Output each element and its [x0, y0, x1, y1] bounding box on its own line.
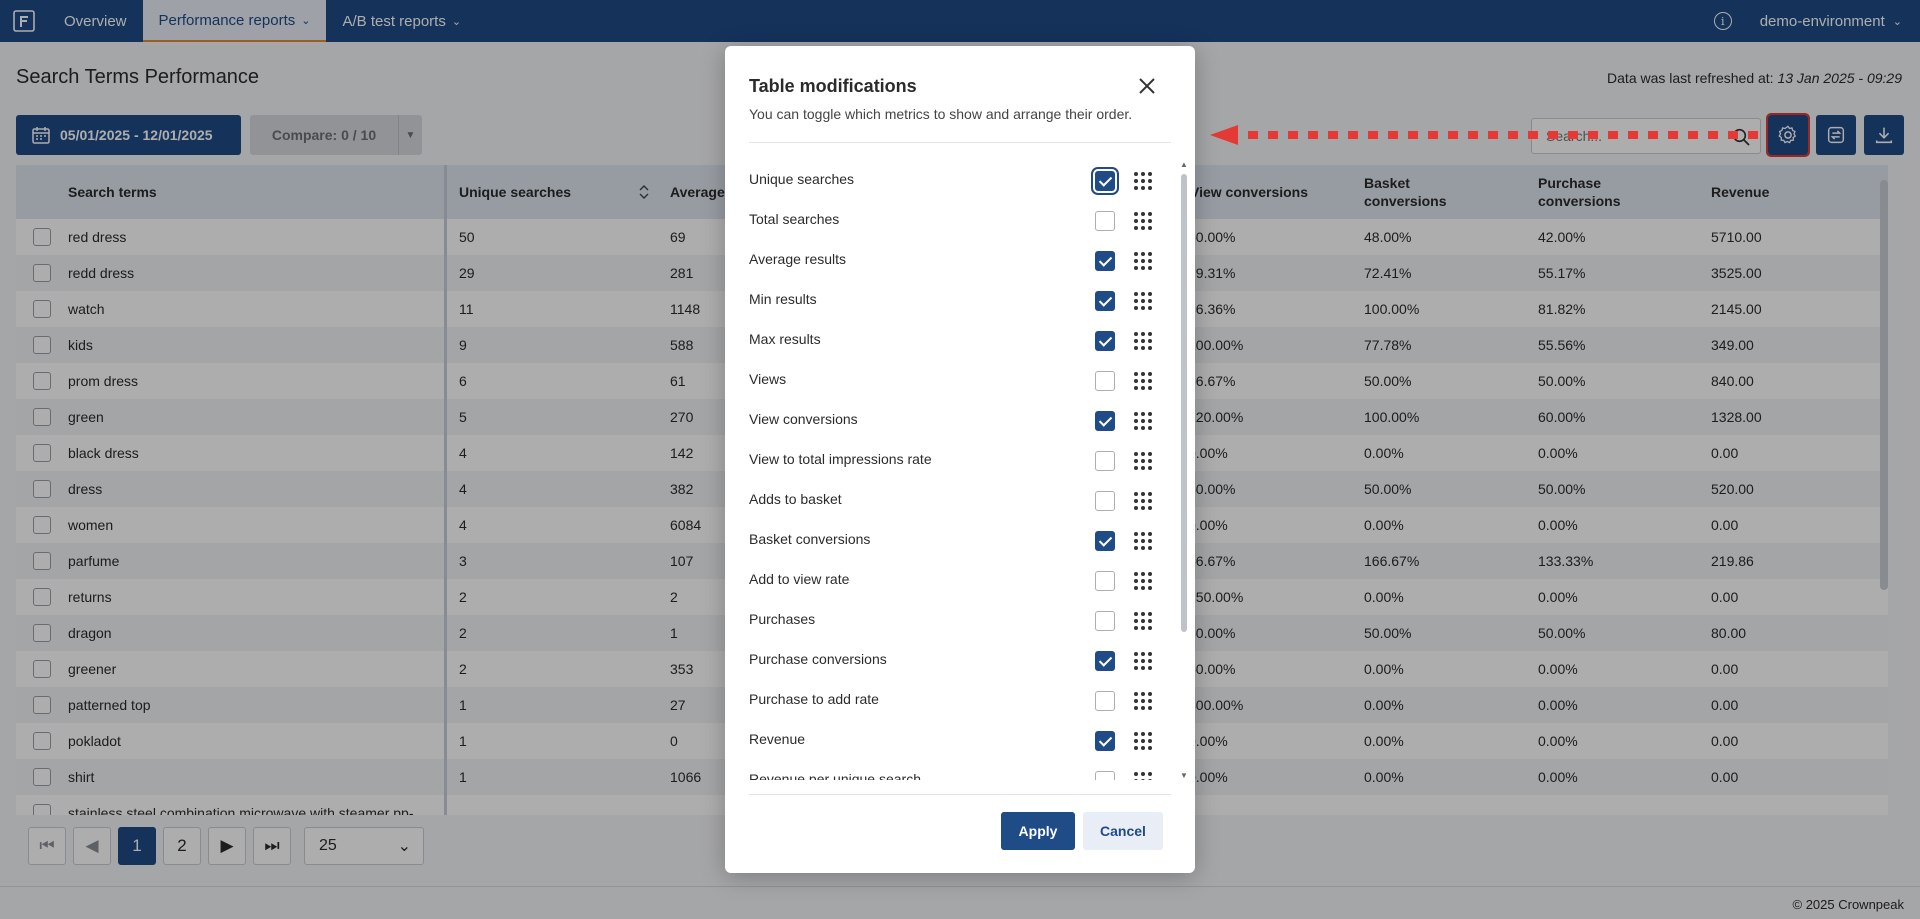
drag-handle-icon[interactable] [1133, 571, 1153, 591]
metric-checkbox[interactable] [1095, 331, 1115, 351]
drag-handle-icon[interactable] [1133, 491, 1153, 511]
metric-checkbox[interactable] [1095, 691, 1115, 711]
metric-label: Basket conversions [749, 531, 871, 547]
metric-checkbox[interactable] [1095, 371, 1115, 391]
metric-checkbox[interactable] [1095, 211, 1115, 231]
metric-item: Add to view rate [749, 560, 1167, 600]
metric-label: Revenue [749, 731, 806, 747]
drag-handle-icon[interactable] [1133, 291, 1153, 311]
metric-checkbox[interactable] [1095, 771, 1115, 780]
metric-label: Add to view rate [749, 571, 850, 587]
dialog-subtitle: You can toggle which metrics to show and… [749, 106, 1133, 122]
metric-item: Revenue per unique search [749, 760, 1167, 780]
metric-label: Max results [749, 331, 821, 347]
metric-checkbox[interactable] [1095, 651, 1115, 671]
divider [749, 794, 1171, 795]
metric-checkbox[interactable] [1095, 611, 1115, 631]
metric-checkbox[interactable] [1095, 251, 1115, 271]
metrics-scrollbar[interactable]: ▲ ▼ [1179, 160, 1189, 780]
drag-handle-icon[interactable] [1133, 171, 1153, 191]
table-modifications-dialog: Table modifications You can toggle which… [725, 46, 1195, 873]
metric-label: View conversions [749, 411, 858, 427]
drag-handle-icon[interactable] [1133, 211, 1153, 231]
dialog-title: Table modifications [749, 76, 917, 96]
metric-checkbox[interactable] [1095, 491, 1115, 511]
drag-handle-icon[interactable] [1133, 451, 1153, 471]
drag-handle-icon[interactable] [1133, 691, 1153, 711]
metric-label: Adds to basket [749, 491, 842, 507]
metric-checkbox[interactable] [1095, 411, 1115, 431]
drag-handle-icon[interactable] [1133, 611, 1153, 631]
close-icon[interactable] [1135, 74, 1159, 98]
metric-checkbox[interactable] [1095, 571, 1115, 591]
metric-item: Purchases [749, 600, 1167, 640]
metric-label: Average results [749, 251, 847, 267]
drag-handle-icon[interactable] [1133, 251, 1153, 271]
drag-handle-icon[interactable] [1133, 411, 1153, 431]
drag-handle-icon[interactable] [1133, 651, 1153, 671]
metric-label: Min results [749, 291, 817, 307]
metric-item: Max results [749, 320, 1167, 360]
metric-checkbox[interactable] [1095, 731, 1115, 751]
apply-button[interactable]: Apply [1001, 812, 1075, 850]
metric-label: Total searches [749, 211, 840, 227]
drag-handle-icon[interactable] [1133, 371, 1153, 391]
metric-item: Purchase to add rate [749, 680, 1167, 720]
metric-label: Purchase to add rate [749, 691, 879, 707]
metric-item: Basket conversions [749, 520, 1167, 560]
metric-item: Purchase conversions [749, 640, 1167, 680]
cancel-button[interactable]: Cancel [1083, 812, 1163, 850]
metric-item: View conversions [749, 400, 1167, 440]
metric-item: Min results [749, 280, 1167, 320]
metric-label: Revenue per unique search [749, 771, 922, 780]
drag-handle-icon[interactable] [1133, 331, 1153, 351]
annotation-arrow-icon [1210, 125, 1762, 145]
drag-handle-icon[interactable] [1133, 531, 1153, 551]
metric-item: Adds to basket [749, 480, 1167, 520]
metric-label: Unique searches [749, 171, 855, 187]
metric-item: Revenue [749, 720, 1167, 760]
drag-handle-icon[interactable] [1133, 731, 1153, 751]
divider [749, 142, 1171, 143]
metric-checkbox[interactable] [1095, 451, 1115, 471]
metric-label: View to total impressions rate [749, 451, 932, 467]
metric-label: Views [749, 371, 787, 387]
metric-label: Purchase conversions [749, 651, 887, 667]
drag-handle-icon[interactable] [1133, 771, 1153, 780]
metric-item: Total searches [749, 200, 1167, 240]
metric-item: Unique searches [749, 160, 1167, 200]
metric-label: Purchases [749, 611, 816, 627]
metric-item: Average results [749, 240, 1167, 280]
metric-item: Views [749, 360, 1167, 400]
metrics-list: Unique searches Total searches Average res… [749, 160, 1167, 780]
metric-item: View to total impressions rate [749, 440, 1167, 480]
metric-checkbox[interactable] [1095, 531, 1115, 551]
metric-checkbox[interactable] [1095, 171, 1115, 191]
metric-checkbox[interactable] [1095, 291, 1115, 311]
